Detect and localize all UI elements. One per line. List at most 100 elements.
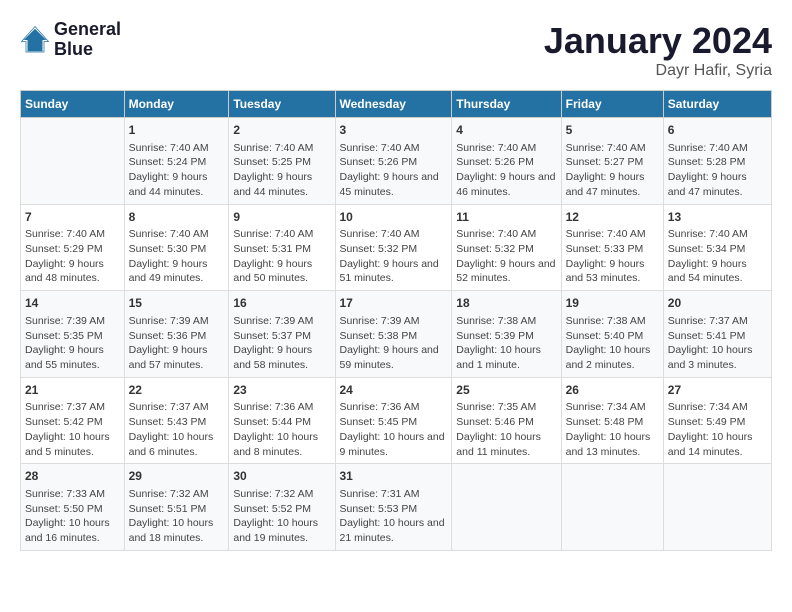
calendar-week-row: 1 Sunrise: 7:40 AMSunset: 5:24 PMDaylight…: [21, 118, 772, 205]
calendar-cell: 23Sunrise: 7:36 AMSunset: 5:44 PMDayligh…: [229, 377, 335, 464]
cell-content: Sunrise: 7:40 AMSunset: 5:26 PMDaylight:…: [340, 141, 448, 200]
cell-content: Sunrise: 7:40 AMSunset: 5:28 PMDaylight:…: [668, 141, 767, 200]
cell-content: Sunrise: 7:34 AMSunset: 5:48 PMDaylight:…: [566, 400, 659, 459]
weekday-header: Tuesday: [229, 91, 335, 118]
day-number: 19: [566, 295, 659, 312]
weekday-header: Wednesday: [335, 91, 452, 118]
calendar-cell: 18Sunrise: 7:38 AMSunset: 5:39 PMDayligh…: [452, 291, 561, 378]
calendar-week-row: 21Sunrise: 7:37 AMSunset: 5:42 PMDayligh…: [21, 377, 772, 464]
calendar-cell: 12Sunrise: 7:40 AMSunset: 5:33 PMDayligh…: [561, 204, 663, 291]
calendar-cell: 2 Sunrise: 7:40 AMSunset: 5:25 PMDaylight…: [229, 118, 335, 205]
calendar-cell: 7Sunrise: 7:40 AMSunset: 5:29 PMDaylight…: [21, 204, 125, 291]
day-number: 5: [566, 122, 659, 139]
logo-icon: [20, 25, 50, 55]
calendar-cell: 26Sunrise: 7:34 AMSunset: 5:48 PMDayligh…: [561, 377, 663, 464]
cell-content: Sunrise: 7:39 AMSunset: 5:37 PMDaylight:…: [233, 314, 330, 373]
calendar-cell: 4Sunrise: 7:40 AMSunset: 5:26 PMDaylight…: [452, 118, 561, 205]
subtitle: Dayr Hafir, Syria: [544, 62, 772, 80]
cell-content: Sunrise: 7:33 AMSunset: 5:50 PMDaylight:…: [25, 487, 120, 546]
calendar-week-row: 7Sunrise: 7:40 AMSunset: 5:29 PMDaylight…: [21, 204, 772, 291]
calendar-cell: [452, 464, 561, 551]
cell-content: Sunrise: 7:32 AMSunset: 5:51 PMDaylight:…: [129, 487, 225, 546]
day-number: 25: [456, 382, 556, 399]
weekday-header: Friday: [561, 91, 663, 118]
calendar-cell: 1 Sunrise: 7:40 AMSunset: 5:24 PMDaylight…: [124, 118, 229, 205]
calendar-cell: 3 Sunrise: 7:40 AMSunset: 5:26 PMDaylight…: [335, 118, 452, 205]
day-number: 29: [129, 468, 225, 485]
day-number: 3: [340, 122, 448, 139]
cell-content: Sunrise: 7:38 AMSunset: 5:39 PMDaylight:…: [456, 314, 556, 373]
calendar-cell: 8Sunrise: 7:40 AMSunset: 5:30 PMDaylight…: [124, 204, 229, 291]
day-number: 9: [233, 209, 330, 226]
calendar-cell: 9Sunrise: 7:40 AMSunset: 5:31 PMDaylight…: [229, 204, 335, 291]
day-number: 14: [25, 295, 120, 312]
calendar-cell: 10Sunrise: 7:40 AMSunset: 5:32 PMDayligh…: [335, 204, 452, 291]
cell-content: Sunrise: 7:40 AMSunset: 5:24 PMDaylight:…: [129, 141, 225, 200]
page-header: General Blue January 2024 Dayr Hafir, Sy…: [20, 20, 772, 80]
day-number: 30: [233, 468, 330, 485]
day-number: 16: [233, 295, 330, 312]
day-number: 6: [668, 122, 767, 139]
calendar-cell: 30Sunrise: 7:32 AMSunset: 5:52 PMDayligh…: [229, 464, 335, 551]
day-number: 21: [25, 382, 120, 399]
cell-content: Sunrise: 7:39 AMSunset: 5:38 PMDaylight:…: [340, 314, 448, 373]
calendar-cell: 21Sunrise: 7:37 AMSunset: 5:42 PMDayligh…: [21, 377, 125, 464]
calendar-week-row: 14 Sunrise: 7:39 AMSunset: 5:35 PMDayligh…: [21, 291, 772, 378]
cell-content: Sunrise: 7:35 AMSunset: 5:46 PMDaylight:…: [456, 400, 556, 459]
calendar-cell: 22Sunrise: 7:37 AMSunset: 5:43 PMDayligh…: [124, 377, 229, 464]
cell-content: Sunrise: 7:31 AMSunset: 5:53 PMDaylight:…: [340, 487, 448, 546]
day-number: 27: [668, 382, 767, 399]
calendar-cell: 11Sunrise: 7:40 AMSunset: 5:32 PMDayligh…: [452, 204, 561, 291]
cell-content: Sunrise: 7:37 AMSunset: 5:43 PMDaylight:…: [129, 400, 225, 459]
cell-content: Sunrise: 7:34 AMSunset: 5:49 PMDaylight:…: [668, 400, 767, 459]
calendar-week-row: 28 Sunrise: 7:33 AMSunset: 5:50 PMDayligh…: [21, 464, 772, 551]
calendar-cell: 13Sunrise: 7:40 AMSunset: 5:34 PMDayligh…: [663, 204, 771, 291]
weekday-header: Sunday: [21, 91, 125, 118]
day-number: 13: [668, 209, 767, 226]
logo: General Blue: [20, 20, 121, 60]
day-number: 11: [456, 209, 556, 226]
title-block: January 2024 Dayr Hafir, Syria: [544, 20, 772, 80]
day-number: 28: [25, 468, 120, 485]
weekday-header: Monday: [124, 91, 229, 118]
main-title: January 2024: [544, 20, 772, 62]
day-number: 10: [340, 209, 448, 226]
logo-line2: Blue: [54, 40, 121, 60]
cell-content: Sunrise: 7:40 AMSunset: 5:27 PMDaylight:…: [566, 141, 659, 200]
cell-content: Sunrise: 7:40 AMSunset: 5:30 PMDaylight:…: [129, 227, 225, 286]
cell-content: Sunrise: 7:40 AMSunset: 5:33 PMDaylight:…: [566, 227, 659, 286]
cell-content: Sunrise: 7:40 AMSunset: 5:29 PMDaylight:…: [25, 227, 120, 286]
day-number: 24: [340, 382, 448, 399]
calendar-cell: 29 Sunrise: 7:32 AMSunset: 5:51 PMDayligh…: [124, 464, 229, 551]
day-number: 12: [566, 209, 659, 226]
cell-content: Sunrise: 7:36 AMSunset: 5:44 PMDaylight:…: [233, 400, 330, 459]
day-number: 15: [129, 295, 225, 312]
calendar-cell: [663, 464, 771, 551]
day-number: 17: [340, 295, 448, 312]
day-number: 22: [129, 382, 225, 399]
cell-content: Sunrise: 7:40 AMSunset: 5:26 PMDaylight:…: [456, 141, 556, 200]
calendar-cell: [21, 118, 125, 205]
day-number: 26: [566, 382, 659, 399]
calendar-cell: 27Sunrise: 7:34 AMSunset: 5:49 PMDayligh…: [663, 377, 771, 464]
cell-content: Sunrise: 7:37 AMSunset: 5:41 PMDaylight:…: [668, 314, 767, 373]
calendar-cell: 15 Sunrise: 7:39 AMSunset: 5:36 PMDayligh…: [124, 291, 229, 378]
cell-content: Sunrise: 7:36 AMSunset: 5:45 PMDaylight:…: [340, 400, 448, 459]
calendar-cell: 14 Sunrise: 7:39 AMSunset: 5:35 PMDayligh…: [21, 291, 125, 378]
calendar-cell: 25Sunrise: 7:35 AMSunset: 5:46 PMDayligh…: [452, 377, 561, 464]
day-number: 1: [129, 122, 225, 139]
calendar-cell: 5 Sunrise: 7:40 AMSunset: 5:27 PMDaylight…: [561, 118, 663, 205]
day-number: 2: [233, 122, 330, 139]
calendar-cell: 17 Sunrise: 7:39 AMSunset: 5:38 PMDayligh…: [335, 291, 452, 378]
cell-content: Sunrise: 7:40 AMSunset: 5:25 PMDaylight:…: [233, 141, 330, 200]
calendar-cell: [561, 464, 663, 551]
day-number: 7: [25, 209, 120, 226]
logo-line1: General: [54, 20, 121, 40]
cell-content: Sunrise: 7:37 AMSunset: 5:42 PMDaylight:…: [25, 400, 120, 459]
calendar-cell: 20Sunrise: 7:37 AMSunset: 5:41 PMDayligh…: [663, 291, 771, 378]
calendar-cell: 16 Sunrise: 7:39 AMSunset: 5:37 PMDayligh…: [229, 291, 335, 378]
cell-content: Sunrise: 7:40 AMSunset: 5:32 PMDaylight:…: [340, 227, 448, 286]
cell-content: Sunrise: 7:39 AMSunset: 5:36 PMDaylight:…: [129, 314, 225, 373]
calendar-cell: 28 Sunrise: 7:33 AMSunset: 5:50 PMDayligh…: [21, 464, 125, 551]
cell-content: Sunrise: 7:39 AMSunset: 5:35 PMDaylight:…: [25, 314, 120, 373]
